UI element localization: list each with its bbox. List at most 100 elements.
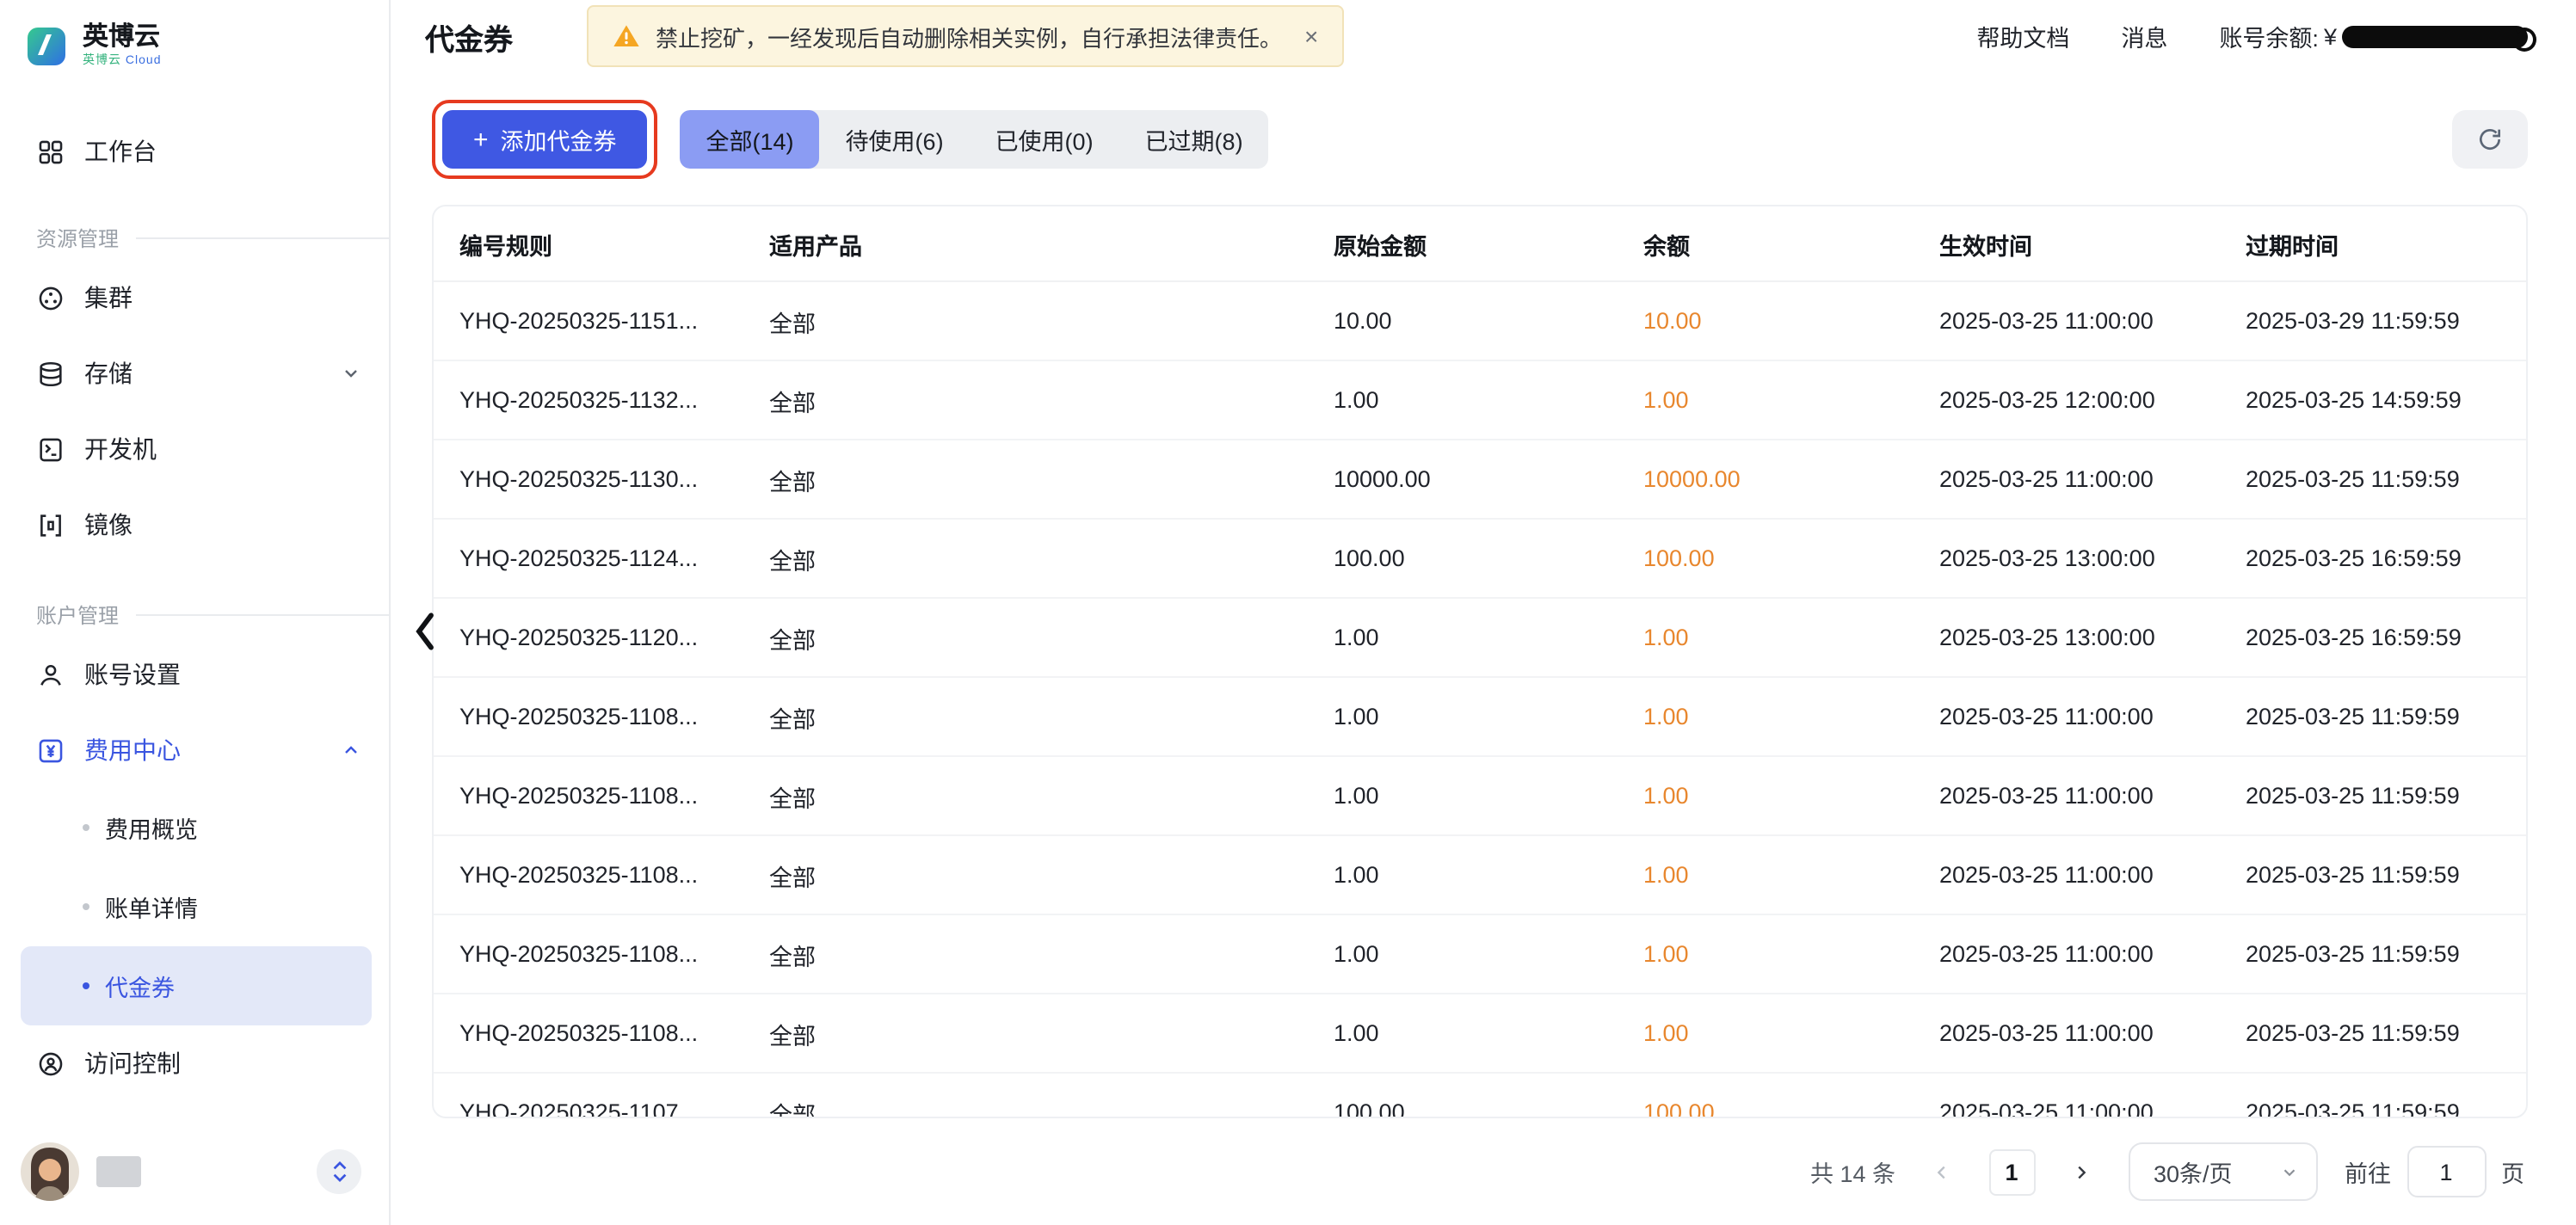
sidebar-item-label: 工作台 — [84, 134, 157, 169]
sidebar-item-label: 集群 — [84, 280, 132, 315]
cell-effective: 2025-03-25 11:00:00 — [1939, 1099, 2246, 1118]
cell-original: 1.00 — [1334, 941, 1643, 967]
column-header: 生效时间 — [1939, 226, 2246, 261]
main-content: 代金券 禁止挖矿，一经发现后自动删除相关实例，自行承担法律责任。 × 帮助文档 … — [391, 0, 2576, 1225]
next-page-button[interactable] — [2062, 1149, 2100, 1194]
cell-effective: 2025-03-25 13:00:00 — [1939, 625, 2246, 650]
warning-banner: 禁止挖矿，一经发现后自动删除相关实例，自行承担法律责任。 × — [587, 5, 1344, 67]
cell-effective: 2025-03-25 11:00:00 — [1939, 941, 2246, 967]
cell-balance: 1.00 — [1643, 941, 1939, 967]
tab-unused[interactable]: 待使用(6) — [820, 110, 970, 169]
avatar[interactable] — [21, 1142, 79, 1201]
cell-expire: 2025-03-25 11:59:59 — [2246, 783, 2526, 809]
cell-code: YHQ-20250325-1107... — [459, 1099, 769, 1118]
sidebar-item-image[interactable]: 镜像 — [0, 487, 389, 563]
cell-effective: 2025-03-25 11:00:00 — [1939, 308, 2246, 334]
section-divider — [136, 237, 389, 239]
cell-balance: 1.00 — [1643, 1020, 1939, 1046]
sidebar-item-billing-center[interactable]: 费用中心 — [0, 712, 389, 788]
cell-effective: 2025-03-25 11:00:00 — [1939, 466, 2246, 492]
bullet-dot-icon — [83, 824, 89, 831]
cell-code: YHQ-20250325-1124... — [459, 545, 769, 571]
sidebar-subitem-voucher[interactable]: 代金券 — [21, 946, 372, 1025]
cell-effective: 2025-03-25 11:00:00 — [1939, 1020, 2246, 1046]
sidebar-item-workbench[interactable]: 工作台 — [0, 117, 389, 186]
close-icon[interactable]: × — [1304, 22, 1318, 50]
cell-original: 1.00 — [1334, 862, 1643, 888]
add-voucher-button[interactable]: + 添加代金券 — [442, 110, 648, 169]
goto-page-input[interactable] — [2407, 1146, 2486, 1197]
cell-effective: 2025-03-25 12:00:00 — [1939, 387, 2246, 413]
cell-balance: 10.00 — [1643, 308, 1939, 334]
voucher-table: 编号规则 适用产品 原始金额 余额 生效时间 过期时间 YHQ-20250325… — [432, 205, 2528, 1118]
cell-product: 全部 — [769, 620, 1334, 655]
sidebar-item-access-control[interactable]: 访问控制 — [0, 1025, 389, 1101]
sidebar-item-devmachine[interactable]: 开发机 — [0, 411, 389, 487]
tab-all[interactable]: 全部(14) — [681, 110, 820, 169]
chevron-up-icon — [341, 740, 361, 760]
cell-product: 全部 — [769, 699, 1334, 734]
messages-link[interactable]: 消息 — [2121, 19, 2167, 53]
grid-icon — [36, 137, 65, 166]
table-row: YHQ-20250325-1108... 全部 1.00 1.00 2025-0… — [434, 836, 2526, 915]
user-row — [0, 1125, 389, 1225]
tab-expired[interactable]: 已过期(8) — [1119, 110, 1269, 169]
app-window: 英博云 英博云 Cloud 工作台 资源管理 — [0, 0, 2576, 1225]
tab-used[interactable]: 已使用(0) — [970, 110, 1119, 169]
cell-code: YHQ-20250325-1108... — [459, 704, 769, 729]
cell-code: YHQ-20250325-1132... — [459, 387, 769, 413]
warning-text: 禁止挖矿，一经发现后自动删除相关实例，自行承担法律责任。 — [656, 20, 1282, 52]
help-docs-link[interactable]: 帮助文档 — [1976, 19, 2069, 53]
cell-product: 全部 — [769, 304, 1334, 338]
table-row: YHQ-20250325-1124... 全部 100.00 100.00 20… — [434, 520, 2526, 599]
section-divider — [136, 614, 389, 616]
sidebar-section-resources: 资源管理 — [0, 186, 389, 260]
cell-original: 100.00 — [1334, 545, 1643, 571]
page-title: 代金券 — [425, 15, 513, 58]
cell-effective: 2025-03-25 11:00:00 — [1939, 783, 2246, 809]
table-row: YHQ-20250325-1108... 全部 1.00 1.00 2025-0… — [434, 915, 2526, 994]
cell-product: 全部 — [769, 1016, 1334, 1050]
cell-balance: 1.00 — [1643, 387, 1939, 413]
sidebar-subitem-bill-details[interactable]: 账单详情 — [0, 867, 389, 946]
sidebar-item-cluster[interactable]: 集群 — [0, 260, 389, 335]
table-row: YHQ-20250325-1132... 全部 1.00 1.00 2025-0… — [434, 361, 2526, 440]
sidebar-item-label: 开发机 — [84, 432, 157, 466]
cell-expire: 2025-03-25 16:59:59 — [2246, 625, 2526, 650]
column-header: 适用产品 — [769, 226, 1334, 261]
page-number-button[interactable]: 1 — [1988, 1148, 2035, 1195]
column-header: 余额 — [1643, 226, 1939, 261]
sidebar-subitem-fee-overview[interactable]: 费用概览 — [0, 788, 389, 867]
sidebar-item-label: 存储 — [84, 356, 132, 391]
cell-effective: 2025-03-25 11:00:00 — [1939, 704, 2246, 729]
cell-balance: 100.00 — [1643, 1099, 1939, 1118]
sidebar: 英博云 英博云 Cloud 工作台 资源管理 — [0, 0, 391, 1225]
cell-code: YHQ-20250325-1108... — [459, 783, 769, 809]
sidebar-item-label: 镜像 — [84, 508, 132, 542]
page-header: 代金券 禁止挖矿，一经发现后自动删除相关实例，自行承担法律责任。 × 帮助文档 … — [391, 0, 2576, 72]
sidebar-collapse-handle[interactable] — [413, 606, 441, 657]
cell-expire: 2025-03-25 16:59:59 — [2246, 545, 2526, 571]
image-icon — [36, 510, 65, 539]
plus-icon: + — [473, 125, 489, 154]
prev-page-button[interactable] — [1923, 1149, 1961, 1194]
page-size-select[interactable]: 30条/页 — [2128, 1142, 2317, 1201]
sidebar-item-label: 费用中心 — [84, 733, 181, 767]
cell-expire: 2025-03-25 11:59:59 — [2246, 941, 2526, 967]
table-row: YHQ-20250325-1130... 全部 10000.00 10000.0… — [434, 440, 2526, 520]
column-header: 原始金额 — [1334, 226, 1643, 261]
refresh-button[interactable] — [2452, 110, 2528, 169]
sidebar-item-account-settings[interactable]: 账号设置 — [0, 637, 389, 712]
user-menu-toggle-button[interactable] — [317, 1149, 361, 1194]
sidebar-item-storage[interactable]: 存储 — [0, 335, 389, 411]
cell-balance: 1.00 — [1643, 704, 1939, 729]
toolbar: + 添加代金券 全部(14) 待使用(6) 已使用(0) 已过期(8) — [391, 72, 2576, 179]
brand-name: 英博云 — [83, 24, 162, 52]
table-body: YHQ-20250325-1151... 全部 10.00 10.00 2025… — [434, 282, 2526, 1118]
warning-triangle-icon — [613, 22, 640, 50]
annotation-highlight: + 添加代金券 — [432, 100, 658, 179]
cell-expire: 2025-03-29 11:59:59 — [2246, 308, 2526, 334]
cell-code: YHQ-20250325-1130... — [459, 466, 769, 492]
access-icon — [36, 1049, 65, 1078]
cell-code: YHQ-20250325-1151... — [459, 308, 769, 334]
